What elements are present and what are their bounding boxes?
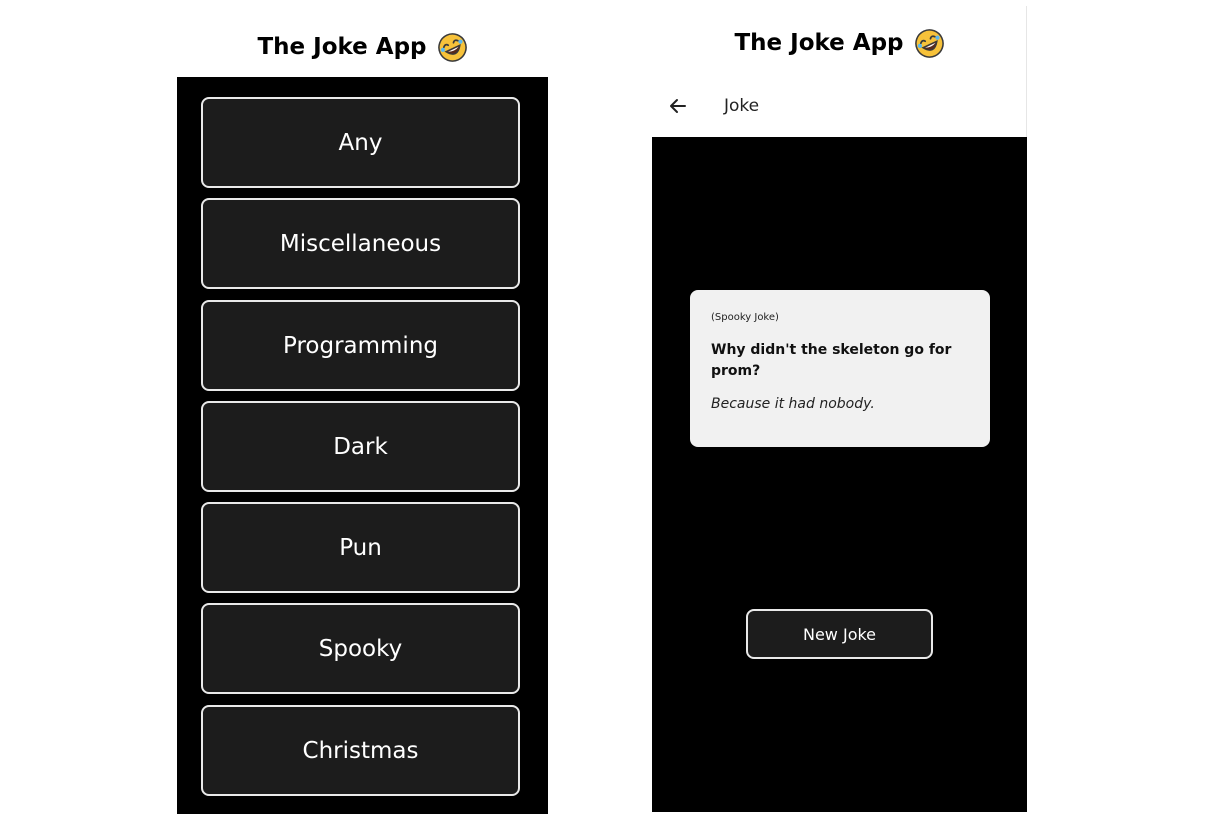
category-button-any[interactable]: Any <box>201 97 520 188</box>
category-button-christmas[interactable]: Christmas <box>201 705 520 796</box>
category-label: Dark <box>333 433 388 460</box>
category-label: Christmas <box>302 737 419 764</box>
joke-area: (Spooky Joke) Why didn't the skeleton go… <box>652 137 1027 812</box>
app-bar: Joke <box>652 80 1027 132</box>
category-button-pun[interactable]: Pun <box>201 502 520 593</box>
category-button-programming[interactable]: Programming <box>201 300 520 391</box>
rolling-on-floor-laughing-icon <box>914 28 944 58</box>
category-label: Spooky <box>318 635 403 662</box>
category-button-spooky[interactable]: Spooky <box>201 603 520 694</box>
new-joke-label: New Joke <box>802 624 877 644</box>
arrow-left-icon <box>670 99 686 113</box>
category-label: Miscellaneous <box>279 230 442 257</box>
category-label: Pun <box>339 534 382 561</box>
app-title: The Joke App <box>652 26 1027 60</box>
joke-card: (Spooky Joke) Why didn't the skeleton go… <box>690 290 990 447</box>
category-label: Any <box>338 129 383 156</box>
joke-category: (Spooky Joke) <box>711 312 779 323</box>
joke-delivery: Because it had nobody. <box>711 396 875 412</box>
category-button-miscellaneous[interactable]: Miscellaneous <box>201 198 520 289</box>
category-label: Programming <box>282 332 438 359</box>
rolling-on-floor-laughing-icon <box>437 32 467 62</box>
category-button-dark[interactable]: Dark <box>201 401 520 492</box>
joke-setup: Why didn't the skeleton go for prom? <box>711 342 952 379</box>
new-joke-button[interactable]: New Joke <box>746 609 933 659</box>
back-button[interactable] <box>652 80 704 132</box>
joke-screen: The Joke App Joke (Spooky Joke) Why didn… <box>652 6 1027 812</box>
app-title-text: The Joke App <box>257 34 427 60</box>
app-bar-title: Joke <box>724 96 760 116</box>
stage: The Joke App Any Miscellaneous Programmi… <box>0 0 1226 825</box>
app-title-text: The Joke App <box>734 30 904 56</box>
app-title: The Joke App <box>177 30 548 64</box>
category-list: Any Miscellaneous Programming Dark Pun S… <box>177 77 548 814</box>
